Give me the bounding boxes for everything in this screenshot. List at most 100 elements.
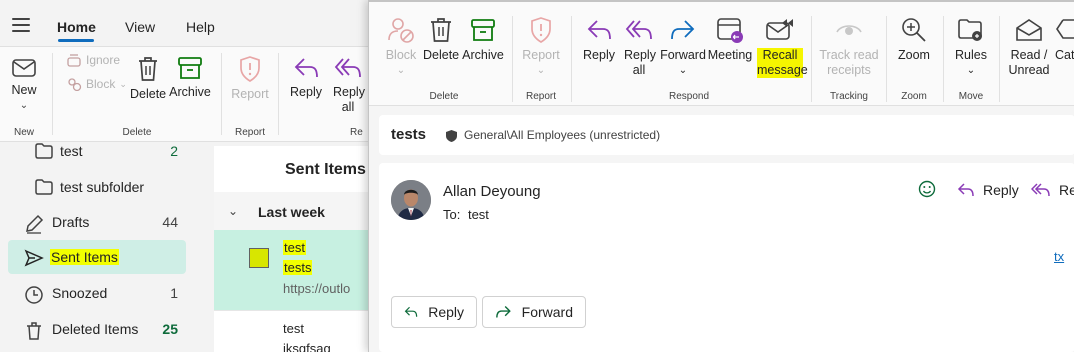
message-item[interactable]: test tests https://outlo <box>214 230 380 310</box>
folder-drafts[interactable]: Drafts 44 <box>8 205 186 239</box>
meeting-button[interactable]: Meeting <box>707 16 753 63</box>
message-recipient: test <box>283 321 304 336</box>
reply-icon <box>957 183 974 197</box>
reply-all-icon <box>1031 183 1050 197</box>
ribbon-separator <box>278 53 279 135</box>
chevron-down-icon: ⌄ <box>396 65 406 76</box>
delete-button[interactable]: Delete <box>423 16 459 63</box>
folder-test-subfolder[interactable]: test subfolder <box>8 170 186 204</box>
reply-button-bottom[interactable]: Reply <box>391 296 477 328</box>
avatar[interactable] <box>391 180 431 220</box>
message-subject: tests <box>391 126 427 143</box>
reply-button-inline[interactable]: Reply <box>957 182 1019 198</box>
to-label: To: <box>443 207 461 222</box>
message-checkbox[interactable] <box>249 248 269 268</box>
recall-message-button[interactable]: Recall message <box>755 16 808 78</box>
group-label-move: Move <box>958 91 984 102</box>
reply-all-button-inline[interactable]: Rep <box>1031 182 1074 198</box>
unread-count: 2 <box>170 143 178 159</box>
reply-button[interactable]: Reply <box>579 16 619 63</box>
message-subject: jksgfsag <box>283 341 331 352</box>
folder-label: Sent Items <box>50 249 119 265</box>
reply-label: Reply <box>983 182 1019 198</box>
tab-home[interactable]: Home <box>57 19 96 35</box>
forward-label: Forward <box>521 304 573 320</box>
chevron-down-icon: ⌄ <box>966 65 976 76</box>
folder-deleted-items[interactable]: Deleted Items 25 <box>8 312 186 346</box>
delete-button-back[interactable]: Delete <box>130 55 166 102</box>
group-label-delete: Delete <box>429 91 459 102</box>
forward-label: Forward <box>660 48 706 62</box>
report-button[interactable]: Report ⌄ <box>521 16 561 78</box>
trash-icon <box>139 57 157 81</box>
message-subject: tests <box>283 260 313 275</box>
trash-icon <box>27 322 41 340</box>
reply-all-button[interactable]: Reply all <box>619 16 659 78</box>
categorize-button[interactable]: Cate <box>1055 16 1074 63</box>
group-label-respond: Re <box>350 127 363 138</box>
delete-label: Delete <box>423 48 460 62</box>
archive-button-back[interactable]: Archive <box>168 55 212 100</box>
emoji-react-icon[interactable] <box>917 179 937 199</box>
tab-help[interactable]: Help <box>186 19 215 35</box>
folder-sent-items[interactable]: Sent Items <box>8 240 186 274</box>
group-header-row[interactable]: ⌄ Last week <box>214 192 380 230</box>
new-mail-button[interactable]: New ⌄ <box>8 57 40 113</box>
person-photo-icon <box>391 180 431 220</box>
ribbon-separator <box>221 53 222 135</box>
message-item[interactable]: test jksgfsag <box>214 310 380 352</box>
report-button-back[interactable]: Report <box>230 55 270 102</box>
sensitivity-label[interactable]: General\All Employees (unrestricted) <box>464 128 660 142</box>
chevron-down-icon[interactable]: ⌄ <box>228 204 238 218</box>
reply-all-label: Rep <box>1059 182 1074 198</box>
folder-icon <box>35 143 53 159</box>
reply-all-icon <box>334 58 361 78</box>
folder-icon <box>35 179 53 195</box>
block-button-small[interactable]: Block ⌄ <box>66 77 127 91</box>
zoom-button[interactable]: Zoom <box>893 16 935 63</box>
archive-button[interactable]: Archive <box>461 16 505 63</box>
forward-button[interactable]: Forward ⌄ <box>659 16 707 78</box>
trash-icon <box>431 18 451 42</box>
ribbon-separator <box>811 16 812 102</box>
chevron-down-icon: ⌄ <box>536 65 546 76</box>
ignore-button[interactable]: Ignore <box>66 53 120 67</box>
forward-button-bottom[interactable]: Forward <box>482 296 586 328</box>
ignore-icon <box>67 54 81 67</box>
reply-all-button-back[interactable]: Reply all <box>328 55 368 115</box>
reply-button-back[interactable]: Reply <box>286 55 326 100</box>
recall-mail-icon <box>766 19 793 40</box>
reply-all-label: Reply all <box>333 85 365 114</box>
folder-label: test subfolder <box>60 179 145 195</box>
shield-alert-icon <box>240 56 260 82</box>
ribbon-separator <box>999 16 1000 102</box>
message-list-title: Sent Items <box>285 161 366 178</box>
reply-icon <box>587 20 611 40</box>
folder-pane: test 2 test subfolder Drafts 44 Sent Ite… <box>0 142 214 352</box>
group-label-report: Report <box>525 91 556 102</box>
group-header-label: Last week <box>258 204 325 220</box>
block-label: Block <box>86 77 116 91</box>
ribbon-separator <box>886 16 887 102</box>
reading-pane: Allan Deyoung To: test Reply Rep tx Repl… <box>379 163 1074 352</box>
body-link[interactable]: tx <box>1054 249 1064 264</box>
rules-label: Rules <box>955 48 987 62</box>
mail-icon <box>12 59 36 77</box>
clock-icon <box>25 286 43 304</box>
tab-view[interactable]: View <box>125 19 155 35</box>
reply-icon <box>294 58 318 78</box>
folder-snoozed[interactable]: Snoozed 1 <box>8 276 186 310</box>
subject-bar: tests General\All Employees (unrestricte… <box>379 115 1074 155</box>
recipient-name[interactable]: test <box>468 207 489 222</box>
folder-test[interactable]: test 2 <box>8 134 186 168</box>
ribbon-separator <box>52 53 53 135</box>
zoom-label: Zoom <box>898 48 930 62</box>
reply-icon <box>404 306 418 317</box>
block-button[interactable]: Block ⌄ <box>383 16 419 78</box>
hamburger-menu-icon[interactable] <box>12 18 30 32</box>
read-unread-button[interactable]: Read / Unread <box>1007 16 1051 78</box>
track-read-receipts-button[interactable]: Track read receipts <box>819 16 879 78</box>
sender-name[interactable]: Allan Deyoung <box>443 183 541 200</box>
block-icon <box>68 78 82 91</box>
rules-button[interactable]: Rules ⌄ <box>951 16 991 78</box>
